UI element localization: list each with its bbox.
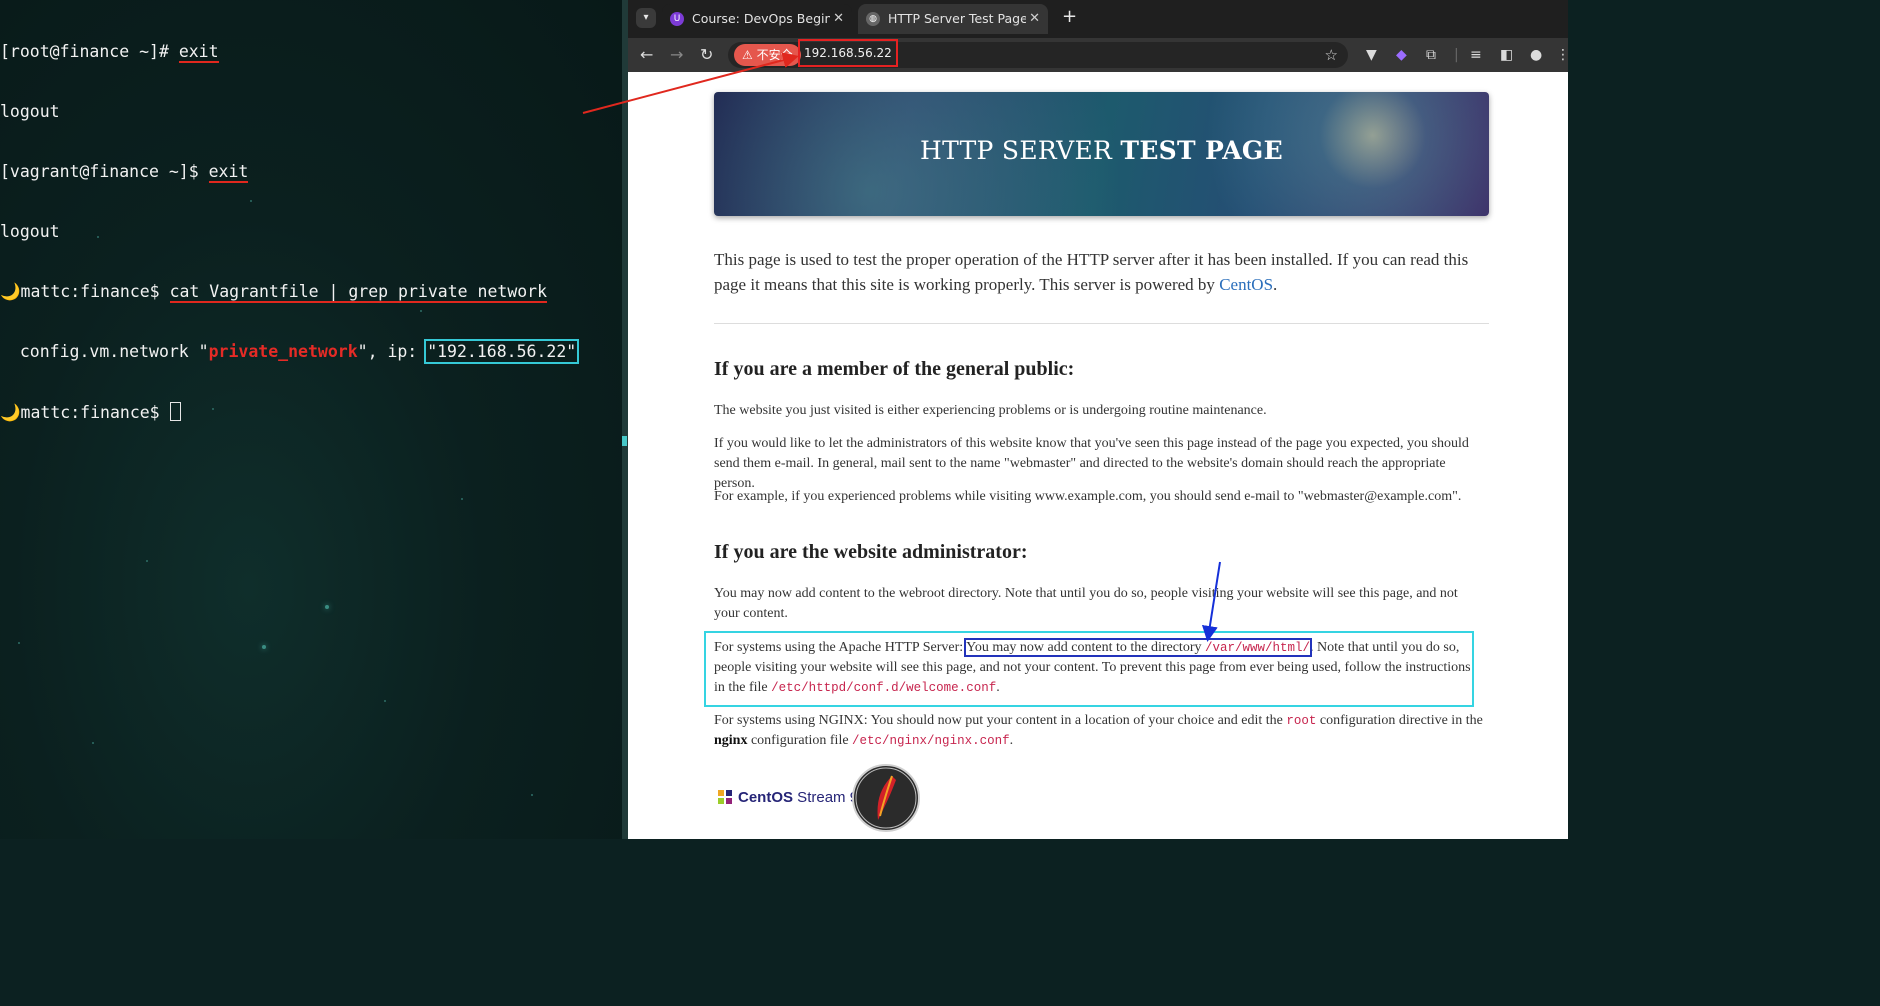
nginx-conf-path: /etc/nginx/nginx.conf xyxy=(852,734,1010,748)
nginx-lead: For systems using NGINX: You should now … xyxy=(714,713,1287,728)
terminal-cursor xyxy=(169,402,181,421)
menu-icon[interactable]: ⋮ xyxy=(1556,38,1570,72)
section-general-public-heading: If you are a member of the general publi… xyxy=(714,358,1075,380)
moon-icon: 🌙 xyxy=(0,282,21,301)
apache-lead: For systems using the Apache HTTP Server… xyxy=(714,640,967,655)
extension-v-icon[interactable]: ▼ xyxy=(1366,38,1377,72)
centos-logo-bold: CentOS xyxy=(738,789,794,806)
shell-command: exit xyxy=(208,162,249,183)
address-bar[interactable]: ⚠ 不安全 192.168.56.22 ☆ xyxy=(728,39,1348,68)
shell-output: logout xyxy=(0,102,60,121)
paragraph: If you would like to let the administrat… xyxy=(714,436,1469,491)
shell-prompt: mattc:finance$ xyxy=(20,403,170,422)
browser-toolbar: ← → ↻ ⚠ 不安全 192.168.56.22 ☆ ▼ ◆ ⧉ | ≡ ◧ … xyxy=(628,38,1570,72)
back-icon[interactable]: ← xyxy=(640,38,653,72)
close-icon[interactable]: ✕ xyxy=(1029,4,1040,34)
welcome-conf-path: /etc/httpd/conf.d/welcome.conf xyxy=(771,681,997,695)
shell-command: cat Vagrantfile | grep private network xyxy=(169,282,548,303)
bookmark-star-icon[interactable]: ☆ xyxy=(1325,42,1338,68)
paragraph: You may now add content to the webroot d… xyxy=(714,586,1458,621)
grep-result-middle: ", ip: xyxy=(357,342,428,361)
directory-highlight: You may now add content to the directory… xyxy=(964,638,1313,657)
terminal-line: 🌙mattc:finance$ xyxy=(0,402,576,422)
tab-http-test-page[interactable]: ◍ HTTP Server Test Page p ✕ xyxy=(858,4,1048,34)
intro-end: . xyxy=(1273,275,1278,294)
hero-banner: HTTP SERVER TEST PAGE xyxy=(714,92,1489,216)
moon-icon: 🌙 xyxy=(0,403,21,422)
tab-strip: ▾ U Course: DevOps Beginne ✕ ◍ HTTP Serv… xyxy=(628,0,1568,38)
hero-title-normal: HTTP SERVER xyxy=(920,136,1121,165)
course-icon: U xyxy=(670,12,684,26)
toolbar-divider: | xyxy=(1454,47,1459,63)
shell-command: exit xyxy=(178,42,219,63)
shell-prompt: [vagrant@finance ~]$ xyxy=(0,162,209,181)
extension-purple-icon[interactable]: ◆ xyxy=(1396,38,1407,72)
browser-window: ▾ U Course: DevOps Beginne ✕ ◍ HTTP Serv… xyxy=(628,0,1570,839)
nginx-end: . xyxy=(1009,733,1014,748)
profile-avatar-icon[interactable]: ● xyxy=(1530,38,1542,72)
hero-title-bold: TEST PAGE xyxy=(1120,136,1283,165)
ip-address-highlight: "192.168.56.22" xyxy=(424,339,580,364)
url-text[interactable]: 192.168.56.22 xyxy=(798,39,898,67)
intro-paragraph: This page is used to test the proper ope… xyxy=(714,247,1484,297)
new-tab-button[interactable]: + xyxy=(1062,6,1077,27)
grep-match: private_network xyxy=(208,342,358,361)
tab-title: HTTP Server Test Page p xyxy=(888,11,1026,26)
terminal-line: [root@finance ~]# exit xyxy=(0,42,576,63)
terminal-line: config.vm.network "private_network", ip:… xyxy=(0,339,580,364)
reload-icon[interactable]: ↻ xyxy=(700,38,713,72)
terminal-output: [root@finance ~]# exit logout [vagrant@f… xyxy=(0,2,580,462)
terminal-window[interactable]: [root@finance ~]# exit logout [vagrant@f… xyxy=(0,0,622,839)
globe-icon: ◍ xyxy=(866,12,880,26)
tab-course[interactable]: U Course: DevOps Beginne ✕ xyxy=(662,4,852,34)
close-icon[interactable]: ✕ xyxy=(833,4,844,34)
terminal-line: logout xyxy=(0,102,576,122)
centos-logo-rest: Stream 9 xyxy=(793,789,859,806)
terminal-line: logout xyxy=(0,222,576,242)
divider xyxy=(714,323,1489,324)
shell-output: logout xyxy=(0,222,60,241)
section-administrator-heading: If you are the website administrator: xyxy=(714,541,1028,563)
hero-title: HTTP SERVER TEST PAGE xyxy=(714,136,1489,165)
paragraph: For example, if you experienced problems… xyxy=(714,489,1462,504)
logo-row: CentOS Stream 9 xyxy=(716,762,1016,832)
tab-search-icon[interactable]: ▾ xyxy=(636,8,656,28)
centos-link[interactable]: CentOS xyxy=(1219,275,1273,294)
apache-paragraph: For systems using the Apache HTTP Server… xyxy=(714,638,1484,698)
splitter-handle[interactable] xyxy=(622,436,627,446)
page-content: HTTP SERVER TEST PAGE This page is used … xyxy=(628,72,1568,839)
nginx-paragraph: For systems using NGINX: You should now … xyxy=(714,711,1484,751)
directory-text: You may now add content to the directory xyxy=(966,640,1205,655)
centos-stream-logo: CentOS Stream 9 xyxy=(738,789,858,806)
tab-title: Course: DevOps Beginne xyxy=(692,11,830,26)
nginx-bold: nginx xyxy=(714,733,748,748)
not-secure-badge[interactable]: ⚠ 不安全 xyxy=(734,44,801,66)
grep-result-prefix: config.vm.network " xyxy=(0,342,209,361)
reading-list-icon[interactable]: ≡ xyxy=(1470,38,1482,72)
forward-icon[interactable]: → xyxy=(670,38,683,72)
nginx-mid: configuration directive in the xyxy=(1316,713,1483,728)
apache-end: . xyxy=(996,680,1000,695)
webroot-path: /var/www/html/ xyxy=(1204,641,1311,655)
intro-text: This page is used to test the proper ope… xyxy=(714,250,1469,294)
terminal-line: [vagrant@finance ~]$ exit xyxy=(0,162,576,183)
shell-prompt: mattc:finance$ xyxy=(20,282,170,301)
terminal-line: 🌙mattc:finance$ cat Vagrantfile | grep p… xyxy=(0,282,576,303)
shell-prompt: [root@finance ~]# xyxy=(0,42,179,61)
apache-feather-icon xyxy=(855,767,917,829)
root-directive: root xyxy=(1286,714,1317,728)
nginx-mid2: configuration file xyxy=(747,733,853,748)
paragraph: The website you just visited is either e… xyxy=(714,403,1267,418)
powered-by-apache-badge xyxy=(852,764,920,832)
centos-logo-icon xyxy=(718,790,732,804)
extensions-puzzle-icon[interactable]: ⧉ xyxy=(1426,38,1436,72)
side-panel-icon[interactable]: ◧ xyxy=(1500,38,1513,72)
